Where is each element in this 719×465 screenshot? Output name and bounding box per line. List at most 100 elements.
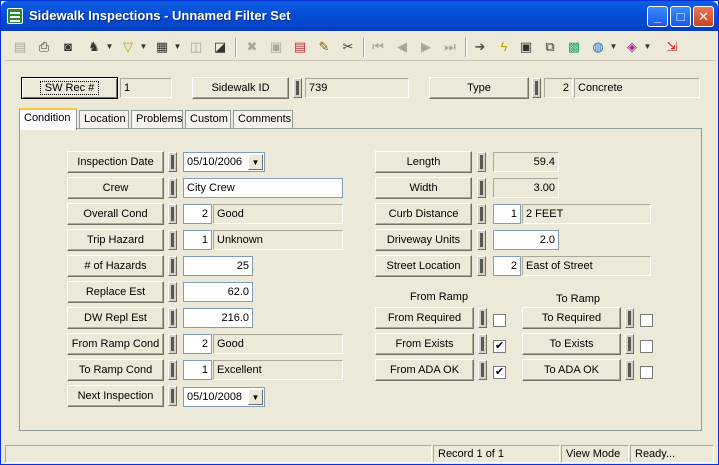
lightning-icon[interactable]: ϟ bbox=[493, 36, 515, 58]
binoculars-dropdown-icon[interactable]: ▼ bbox=[105, 36, 114, 58]
from-required-handle[interactable] bbox=[478, 308, 487, 328]
edit-pencil-icon[interactable]: ✎ bbox=[313, 36, 335, 58]
next-record-icon[interactable]: ▶ bbox=[415, 36, 437, 58]
delete-icon[interactable]: ✖ bbox=[241, 36, 263, 58]
from-exists-button[interactable]: From Exists bbox=[375, 333, 474, 355]
from-ada-ok-checkbox[interactable]: ✔ bbox=[493, 366, 506, 379]
length-field[interactable]: 59.4 bbox=[493, 152, 559, 172]
to-ada-ok-handle[interactable] bbox=[625, 360, 634, 380]
close-button[interactable]: ✕ bbox=[693, 6, 714, 27]
binoculars-icon[interactable]: ♞ bbox=[83, 36, 105, 58]
to-required-button[interactable]: To Required bbox=[522, 307, 621, 329]
crew-handle[interactable] bbox=[168, 178, 177, 198]
to-required-handle[interactable] bbox=[625, 308, 634, 328]
type-code-field[interactable]: 2 bbox=[544, 78, 573, 98]
street-location-button[interactable]: Street Location bbox=[375, 255, 472, 277]
from-ramp-cond-code-field[interactable]: 2 bbox=[183, 334, 212, 354]
report-icon[interactable]: ▦ bbox=[151, 36, 173, 58]
to-ramp-cond-code-field[interactable]: 1 bbox=[183, 360, 212, 380]
filter-dropdown-icon[interactable]: ▼ bbox=[139, 36, 148, 58]
replace-est-handle[interactable] bbox=[168, 282, 177, 302]
dw-repl-est-field[interactable]: 216.0 bbox=[183, 308, 253, 328]
street-location-value-field[interactable]: East of Street bbox=[522, 256, 651, 276]
copy-record-icon[interactable]: ◫ bbox=[185, 36, 207, 58]
to-ramp-cond-button[interactable]: To Ramp Cond bbox=[67, 359, 164, 381]
trip-hazard-code-field[interactable]: 1 bbox=[183, 230, 212, 250]
street-location-code-field[interactable]: 2 bbox=[493, 256, 521, 276]
next-inspection-picker[interactable]: 05/10/2008 ▼ bbox=[183, 387, 265, 407]
replace-est-field[interactable]: 62.0 bbox=[183, 282, 253, 302]
exit-icon[interactable]: ⇲ bbox=[661, 36, 683, 58]
street-location-handle[interactable] bbox=[477, 256, 486, 276]
sw-rec-field[interactable]: 1 bbox=[120, 78, 172, 98]
overall-cond-value-field[interactable]: Good bbox=[213, 204, 343, 224]
from-required-button[interactable]: From Required bbox=[375, 307, 474, 329]
to-exists-handle[interactable] bbox=[625, 334, 634, 354]
goto-arrow-icon[interactable]: ➜ bbox=[469, 36, 491, 58]
from-ramp-cond-button[interactable]: From Ramp Cond bbox=[67, 333, 164, 355]
curb-distance-button[interactable]: Curb Distance bbox=[375, 203, 472, 225]
print-icon[interactable]: ⎙ bbox=[33, 36, 55, 58]
from-exists-handle[interactable] bbox=[478, 334, 487, 354]
save-icon[interactable]: ▣ bbox=[265, 36, 287, 58]
tab-problems[interactable]: Problems bbox=[131, 110, 183, 129]
tab-custom[interactable]: Custom bbox=[185, 110, 231, 129]
library-dropdown-icon[interactable]: ▼ bbox=[643, 36, 652, 58]
inspection-date-handle[interactable] bbox=[168, 152, 177, 172]
sidewalk-id-button[interactable]: Sidewalk ID bbox=[192, 77, 289, 99]
sidewalk-id-lookup-handle[interactable] bbox=[293, 78, 302, 98]
to-required-checkbox[interactable] bbox=[640, 314, 653, 327]
driveway-units-handle[interactable] bbox=[477, 230, 486, 250]
num-hazards-field[interactable]: 25 bbox=[183, 256, 253, 276]
globe-dropdown-icon[interactable]: ▼ bbox=[609, 36, 618, 58]
globe-search-icon[interactable]: ◍ bbox=[587, 36, 609, 58]
maximize-button[interactable]: □ bbox=[670, 6, 691, 27]
chevron-down-icon[interactable]: ▼ bbox=[248, 154, 263, 170]
sw-rec-button[interactable]: SW Rec # bbox=[21, 77, 118, 99]
trip-hazard-button[interactable]: Trip Hazard bbox=[67, 229, 164, 251]
trip-hazard-handle[interactable] bbox=[168, 230, 177, 250]
minimize-button[interactable]: _ bbox=[647, 6, 668, 27]
tab-condition[interactable]: Condition bbox=[19, 108, 77, 130]
tab-comments[interactable]: Comments bbox=[233, 110, 293, 129]
filter-icon[interactable]: ▽ bbox=[117, 36, 139, 58]
width-field[interactable]: 3.00 bbox=[493, 178, 559, 198]
sidewalk-id-field[interactable]: 739 bbox=[305, 78, 409, 98]
title-bar[interactable]: Sidewalk Inspections - Unnamed Filter Se… bbox=[1, 1, 718, 31]
chevron-down-icon[interactable]: ▼ bbox=[248, 389, 263, 405]
library-icon[interactable]: ◈ bbox=[621, 36, 643, 58]
last-record-icon[interactable]: ⏭ bbox=[439, 36, 461, 58]
trip-hazard-value-field[interactable]: Unknown bbox=[213, 230, 343, 250]
inspection-date-button[interactable]: Inspection Date bbox=[67, 151, 164, 173]
overall-cond-code-field[interactable]: 2 bbox=[183, 204, 212, 224]
hierarchy-icon[interactable]: ⧉ bbox=[539, 36, 561, 58]
from-exists-checkbox[interactable]: ✔ bbox=[493, 340, 506, 353]
print-preview-icon[interactable]: ◙ bbox=[57, 36, 79, 58]
type-button[interactable]: Type bbox=[429, 77, 529, 99]
curb-distance-handle[interactable] bbox=[477, 204, 486, 224]
new-record-icon[interactable]: ▤ bbox=[9, 36, 31, 58]
width-handle[interactable] bbox=[477, 178, 486, 198]
cut-icon[interactable]: ✂ bbox=[337, 36, 359, 58]
previous-record-icon[interactable]: ◀ bbox=[391, 36, 413, 58]
crew-button[interactable]: Crew bbox=[67, 177, 164, 199]
dw-repl-est-handle[interactable] bbox=[168, 308, 177, 328]
next-inspection-button[interactable]: Next Inspection bbox=[67, 385, 164, 407]
to-exists-checkbox[interactable] bbox=[640, 340, 653, 353]
to-ada-ok-button[interactable]: To ADA OK bbox=[522, 359, 621, 381]
from-ada-ok-button[interactable]: From ADA OK bbox=[375, 359, 474, 381]
form-icon[interactable]: ▣ bbox=[515, 36, 537, 58]
length-handle[interactable] bbox=[477, 152, 486, 172]
to-ramp-cond-value-field[interactable]: Excellent bbox=[213, 360, 343, 380]
dw-repl-est-button[interactable]: DW Repl Est bbox=[67, 307, 164, 329]
window-icon[interactable]: ◪ bbox=[209, 36, 231, 58]
num-hazards-button[interactable]: # of Hazards bbox=[67, 255, 164, 277]
inspection-date-picker[interactable]: 05/10/2006 ▼ bbox=[183, 152, 265, 172]
type-value-field[interactable]: Concrete bbox=[574, 78, 700, 98]
type-lookup-handle[interactable] bbox=[532, 78, 541, 98]
curb-distance-code-field[interactable]: 1 bbox=[493, 204, 521, 224]
tab-location[interactable]: Location bbox=[79, 110, 129, 129]
from-ramp-cond-value-field[interactable]: Good bbox=[213, 334, 343, 354]
books-icon[interactable]: ▤ bbox=[289, 36, 311, 58]
driveway-units-field[interactable]: 2.0 bbox=[493, 230, 559, 250]
